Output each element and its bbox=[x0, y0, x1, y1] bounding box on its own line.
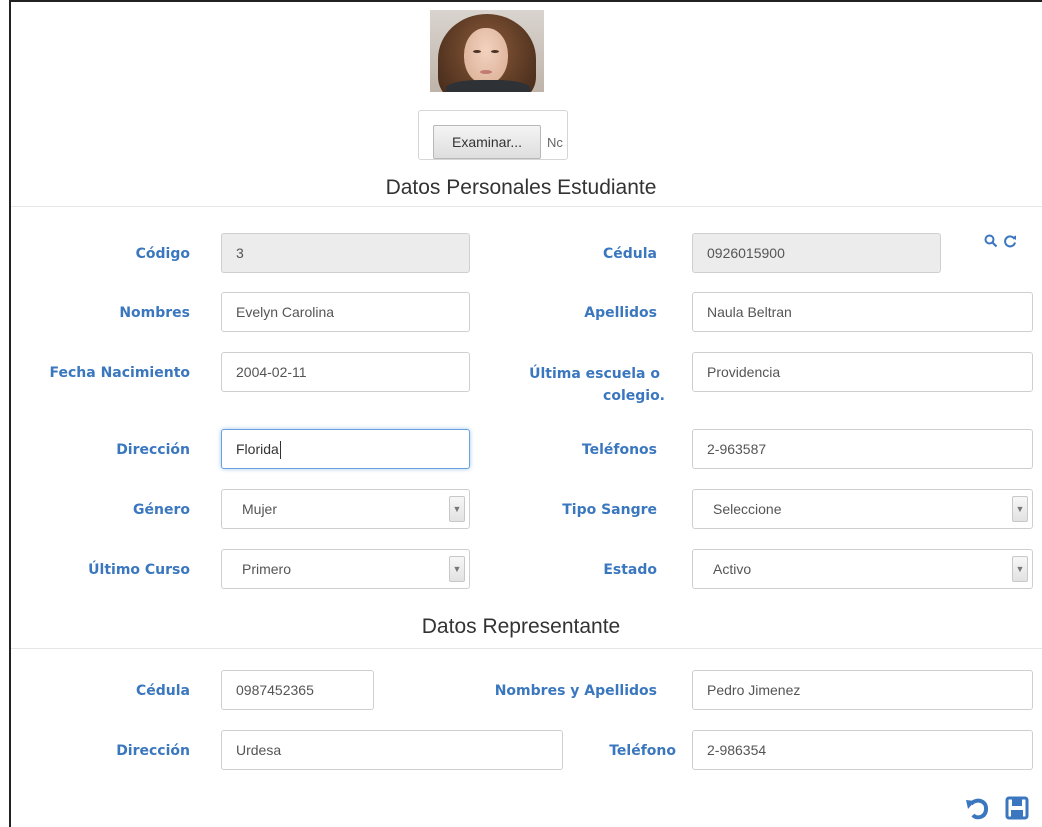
search-icon[interactable] bbox=[984, 234, 998, 252]
tipo-sangre-selected: Seleccione bbox=[713, 501, 782, 517]
student-photo bbox=[430, 10, 544, 92]
tipo-sangre-select[interactable]: Seleccione ▼ bbox=[692, 489, 1033, 529]
codigo-label: Código bbox=[135, 246, 190, 262]
rep-telefono-label: Teléfono bbox=[609, 743, 676, 759]
ultimo-curso-label: Último Curso bbox=[88, 562, 190, 578]
photo-lips bbox=[480, 70, 492, 74]
apellidos-label: Apellidos bbox=[584, 305, 657, 321]
photo-file-input[interactable]: Examinar... Nc bbox=[418, 110, 568, 160]
tipo-sangre-label: Tipo Sangre bbox=[562, 502, 657, 518]
text-caret bbox=[279, 441, 281, 460]
chevron-down-icon[interactable]: ▼ bbox=[449, 556, 465, 582]
chevron-down-icon[interactable]: ▼ bbox=[1012, 496, 1028, 522]
student-section-title: Datos Personales Estudiante bbox=[385, 176, 657, 199]
estado-selected: Activo bbox=[713, 561, 752, 577]
refresh-icon[interactable] bbox=[1003, 234, 1017, 252]
save-icon[interactable] bbox=[1002, 794, 1032, 824]
direccion-value: Florida bbox=[236, 441, 279, 457]
genero-select[interactable]: Mujer ▼ bbox=[221, 489, 470, 529]
ultima-escuela-field[interactable]: Providencia bbox=[692, 352, 1033, 392]
photo-eye-right bbox=[491, 50, 499, 53]
photo-face bbox=[464, 28, 508, 84]
student-section-divider bbox=[11, 206, 1042, 207]
rep-nombres-apellidos-field[interactable]: Pedro Jimenez bbox=[692, 670, 1033, 710]
rep-nombres-apellidos-label: Nombres y Apellidos bbox=[494, 683, 657, 699]
ultimo-curso-selected: Primero bbox=[242, 561, 292, 577]
rep-cedula-label: Cédula bbox=[135, 683, 190, 699]
nombres-field[interactable]: Evelyn Carolina bbox=[221, 292, 470, 332]
fecha-nacimiento-field[interactable]: 2004-02-11 bbox=[221, 352, 470, 392]
direccion-field[interactable]: Florida bbox=[221, 429, 470, 469]
rep-telefono-field[interactable]: 2-986354 bbox=[692, 730, 1033, 770]
undo-icon[interactable] bbox=[962, 794, 992, 824]
rep-direccion-field[interactable]: Urdesa bbox=[221, 730, 563, 770]
ultima-escuela-label-line1: Última escuela o bbox=[529, 366, 660, 382]
cedula-field[interactable]: 0926015900 bbox=[692, 233, 941, 273]
apellidos-field[interactable]: Naula Beltran bbox=[692, 292, 1033, 332]
estado-select[interactable]: Activo ▼ bbox=[692, 549, 1033, 589]
genero-selected: Mujer bbox=[242, 501, 278, 517]
direccion-label: Dirección bbox=[116, 442, 190, 458]
codigo-field[interactable]: 3 bbox=[221, 233, 470, 273]
estado-label: Estado bbox=[603, 562, 657, 578]
photo-coat bbox=[446, 80, 530, 92]
cedula-label: Cédula bbox=[602, 246, 657, 262]
chevron-down-icon[interactable]: ▼ bbox=[449, 496, 465, 522]
nombres-label: Nombres bbox=[119, 305, 190, 321]
file-name-text: Nc bbox=[547, 135, 563, 150]
browse-button[interactable]: Examinar... bbox=[433, 125, 541, 159]
telefonos-field[interactable]: 2-963587 bbox=[692, 429, 1033, 469]
representative-section-title: Datos Representante bbox=[421, 615, 621, 638]
rep-direccion-label: Dirección bbox=[116, 743, 190, 759]
genero-label: Género bbox=[133, 502, 190, 518]
photo-eye-left bbox=[473, 50, 481, 53]
chevron-down-icon[interactable]: ▼ bbox=[1012, 556, 1028, 582]
representative-section-divider bbox=[11, 648, 1042, 649]
ultimo-curso-select[interactable]: Primero ▼ bbox=[221, 549, 470, 589]
telefonos-label: Teléfonos bbox=[581, 442, 657, 458]
ultima-escuela-label-line2: colegio. bbox=[603, 388, 665, 404]
fecha-nacimiento-label: Fecha Nacimiento bbox=[49, 365, 191, 381]
rep-cedula-field[interactable]: 0987452365 bbox=[221, 670, 374, 710]
